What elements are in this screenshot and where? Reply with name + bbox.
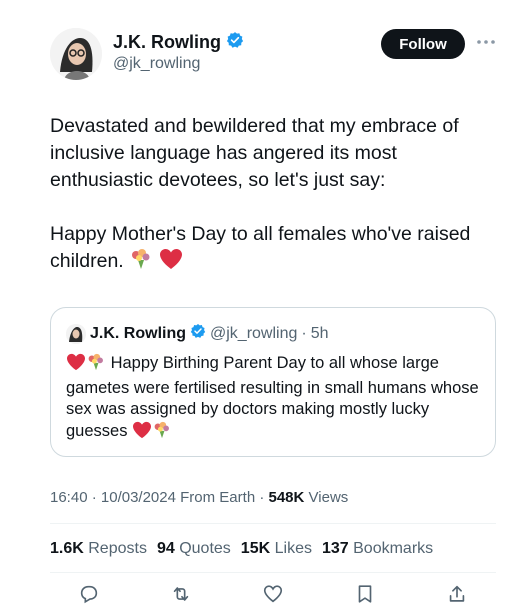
tweet-paragraph: Happy Mother's Day to all females who've… [50, 221, 500, 278]
bouquet-icon [86, 353, 106, 378]
divider [50, 572, 496, 573]
reposts-label: Reposts [88, 540, 147, 557]
verified-badge-icon [190, 323, 206, 344]
tweet-paragraph: Devastated and bewildered that my embrac… [50, 115, 459, 191]
tweet-source: From Earth [180, 489, 256, 506]
quoted-time: 5h [310, 324, 329, 342]
quotes-stat[interactable]: 94 Quotes [157, 540, 231, 558]
tweet-paragraph-text: Happy Mother's Day to all females who've… [50, 223, 471, 272]
avatar[interactable] [50, 28, 102, 80]
author-name-row[interactable]: J.K. Rowling [113, 31, 244, 54]
quoted-avatar [66, 323, 86, 344]
reposts-stat[interactable]: 1.6K Reposts [50, 540, 147, 558]
author-name[interactable]: J.K. Rowling [113, 32, 221, 53]
action-bar [50, 583, 496, 605]
divider [50, 523, 496, 524]
bookmark-icon[interactable] [354, 583, 376, 605]
likes-count: 15K [240, 540, 271, 557]
views-count: 548K [268, 489, 305, 506]
likes-label: Likes [274, 540, 312, 557]
bouquet-icon [129, 248, 153, 278]
quotes-count: 94 [156, 540, 175, 557]
follow-button[interactable]: Follow [381, 29, 465, 59]
quoted-tweet-header: J.K. Rowling @jk_rowling · 5h [66, 323, 329, 344]
red-heart-icon [132, 421, 152, 446]
quotes-label: Quotes [179, 540, 231, 557]
like-icon[interactable] [262, 583, 284, 605]
separator-dot: · [301, 324, 307, 342]
reposts-count: 1.6K [50, 540, 84, 557]
verified-badge-icon [226, 31, 244, 54]
bookmarks-stat[interactable]: 137 Bookmarks [322, 540, 433, 558]
quoted-author-name: J.K. Rowling [90, 324, 186, 342]
reply-icon[interactable] [78, 583, 100, 605]
more-icon[interactable] [474, 30, 498, 54]
tweet-date[interactable]: 10/03/2024 [101, 489, 176, 506]
red-heart-icon [66, 353, 86, 378]
red-heart-icon [159, 248, 183, 278]
separator-dot: · [259, 489, 269, 506]
bookmarks-count: 137 [321, 540, 349, 557]
repost-icon[interactable] [170, 583, 192, 605]
author-handle[interactable]: @jk_rowling [113, 55, 200, 73]
engagement-stats: 1.6K Reposts 94 Quotes 15K Likes 137 Boo… [50, 540, 433, 558]
tweet-text: Devastated and bewildered that my embrac… [50, 113, 500, 278]
bookmarks-label: Bookmarks [353, 540, 434, 557]
quoted-tweet[interactable]: J.K. Rowling @jk_rowling · 5h Happy Birt… [50, 307, 496, 457]
share-icon[interactable] [446, 583, 468, 605]
likes-stat[interactable]: 15K Likes [241, 540, 312, 558]
quoted-author-handle: @jk_rowling [210, 324, 298, 342]
views-label: Views [308, 489, 349, 506]
quoted-text-body: Happy Birthing Parent Day to all whose l… [66, 354, 479, 440]
quoted-tweet-text: Happy Birthing Parent Day to all whose l… [66, 353, 486, 445]
separator-dot: · [91, 489, 101, 506]
tweet-meta: 16:40 · 10/03/2024 From Earth · 548K Vie… [50, 489, 348, 506]
bouquet-icon [152, 421, 172, 446]
tweet-time[interactable]: 16:40 [50, 489, 88, 506]
